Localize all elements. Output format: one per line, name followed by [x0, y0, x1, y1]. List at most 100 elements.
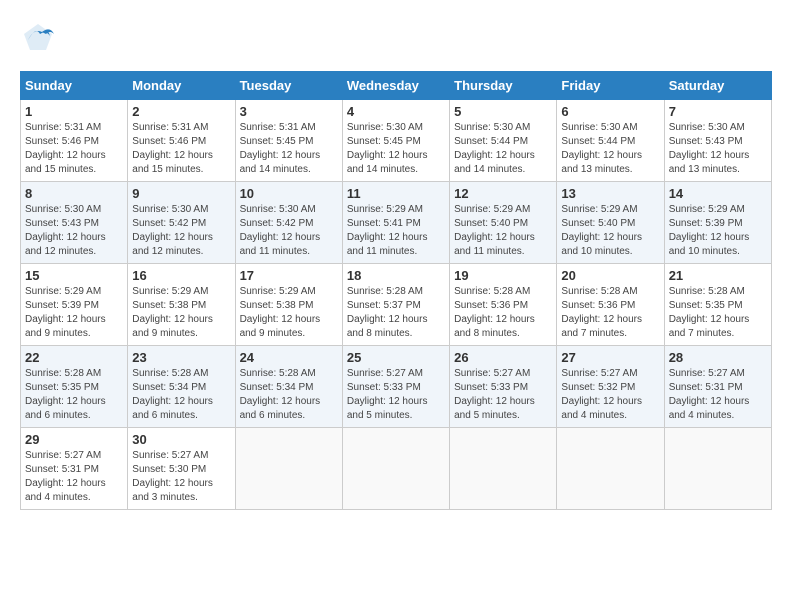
day-info: Sunrise: 5:29 AM Sunset: 5:40 PM Dayligh…	[561, 203, 659, 259]
calendar-cell: 10Sunrise: 5:30 AM Sunset: 5:42 PM Dayli…	[235, 182, 342, 264]
day-info: Sunrise: 5:31 AM Sunset: 5:46 PM Dayligh…	[132, 121, 230, 177]
day-info: Sunrise: 5:27 AM Sunset: 5:33 PM Dayligh…	[347, 367, 445, 423]
day-info: Sunrise: 5:30 AM Sunset: 5:44 PM Dayligh…	[454, 121, 552, 177]
weekday-header-thursday: Thursday	[450, 72, 557, 100]
logo	[20, 20, 60, 61]
calendar-cell: 17Sunrise: 5:29 AM Sunset: 5:38 PM Dayli…	[235, 264, 342, 346]
weekday-row: SundayMondayTuesdayWednesdayThursdayFrid…	[21, 72, 772, 100]
day-number: 27	[561, 350, 659, 365]
weekday-header-monday: Monday	[128, 72, 235, 100]
day-number: 25	[347, 350, 445, 365]
day-number: 2	[132, 104, 230, 119]
day-info: Sunrise: 5:30 AM Sunset: 5:45 PM Dayligh…	[347, 121, 445, 177]
day-info: Sunrise: 5:28 AM Sunset: 5:36 PM Dayligh…	[561, 285, 659, 341]
day-number: 30	[132, 432, 230, 447]
calendar-cell: 29Sunrise: 5:27 AM Sunset: 5:31 PM Dayli…	[21, 428, 128, 510]
day-info: Sunrise: 5:30 AM Sunset: 5:43 PM Dayligh…	[25, 203, 123, 259]
day-info: Sunrise: 5:30 AM Sunset: 5:43 PM Dayligh…	[669, 121, 767, 177]
day-number: 28	[669, 350, 767, 365]
day-info: Sunrise: 5:28 AM Sunset: 5:36 PM Dayligh…	[454, 285, 552, 341]
calendar-cell	[557, 428, 664, 510]
day-info: Sunrise: 5:27 AM Sunset: 5:33 PM Dayligh…	[454, 367, 552, 423]
calendar-cell: 16Sunrise: 5:29 AM Sunset: 5:38 PM Dayli…	[128, 264, 235, 346]
day-info: Sunrise: 5:27 AM Sunset: 5:31 PM Dayligh…	[669, 367, 767, 423]
calendar-cell: 19 Sunrise: 5:28 AM Sunset: 5:36 PM Dayli…	[450, 264, 557, 346]
calendar-table: SundayMondayTuesdayWednesdayThursdayFrid…	[20, 71, 772, 510]
day-number: 9	[132, 186, 230, 201]
day-number: 10	[240, 186, 338, 201]
calendar-cell: 30 Sunrise: 5:27 AM Sunset: 5:30 PM Dayli…	[128, 428, 235, 510]
calendar-cell: 28 Sunrise: 5:27 AM Sunset: 5:31 PM Dayli…	[664, 346, 771, 428]
day-info: Sunrise: 5:28 AM Sunset: 5:34 PM Dayligh…	[240, 367, 338, 423]
week-row-2: 8 Sunrise: 5:30 AM Sunset: 5:43 PM Daylig…	[21, 182, 772, 264]
calendar-cell: 8 Sunrise: 5:30 AM Sunset: 5:43 PM Daylig…	[21, 182, 128, 264]
week-row-5: 29Sunrise: 5:27 AM Sunset: 5:31 PM Dayli…	[21, 428, 772, 510]
day-number: 1	[25, 104, 123, 119]
calendar-cell: 9 Sunrise: 5:30 AM Sunset: 5:42 PM Daylig…	[128, 182, 235, 264]
day-info: Sunrise: 5:28 AM Sunset: 5:35 PM Dayligh…	[25, 367, 123, 423]
day-info: Sunrise: 5:29 AM Sunset: 5:39 PM Dayligh…	[669, 203, 767, 259]
weekday-header-friday: Friday	[557, 72, 664, 100]
day-number: 11	[347, 186, 445, 201]
calendar-cell: 11 Sunrise: 5:29 AM Sunset: 5:41 PM Dayli…	[342, 182, 449, 264]
calendar-cell: 13 Sunrise: 5:29 AM Sunset: 5:40 PM Dayli…	[557, 182, 664, 264]
week-row-3: 15Sunrise: 5:29 AM Sunset: 5:39 PM Dayli…	[21, 264, 772, 346]
day-info: Sunrise: 5:30 AM Sunset: 5:42 PM Dayligh…	[132, 203, 230, 259]
calendar-cell: 12 Sunrise: 5:29 AM Sunset: 5:40 PM Dayli…	[450, 182, 557, 264]
day-number: 22	[25, 350, 123, 365]
day-number: 24	[240, 350, 338, 365]
day-number: 16	[132, 268, 230, 283]
day-info: Sunrise: 5:31 AM Sunset: 5:46 PM Dayligh…	[25, 121, 123, 177]
calendar-cell: 6 Sunrise: 5:30 AM Sunset: 5:44 PM Daylig…	[557, 100, 664, 182]
day-info: Sunrise: 5:30 AM Sunset: 5:44 PM Dayligh…	[561, 121, 659, 177]
weekday-header-sunday: Sunday	[21, 72, 128, 100]
calendar-cell	[664, 428, 771, 510]
calendar-cell: 2 Sunrise: 5:31 AM Sunset: 5:46 PM Daylig…	[128, 100, 235, 182]
day-number: 15	[25, 268, 123, 283]
day-number: 23	[132, 350, 230, 365]
calendar-cell	[342, 428, 449, 510]
day-number: 7	[669, 104, 767, 119]
calendar-cell	[235, 428, 342, 510]
day-info: Sunrise: 5:29 AM Sunset: 5:40 PM Dayligh…	[454, 203, 552, 259]
weekday-header-saturday: Saturday	[664, 72, 771, 100]
day-number: 19	[454, 268, 552, 283]
calendar-body: 1 Sunrise: 5:31 AM Sunset: 5:46 PM Daylig…	[21, 100, 772, 510]
day-number: 18	[347, 268, 445, 283]
day-number: 12	[454, 186, 552, 201]
calendar-cell: 27 Sunrise: 5:27 AM Sunset: 5:32 PM Dayli…	[557, 346, 664, 428]
day-info: Sunrise: 5:27 AM Sunset: 5:32 PM Dayligh…	[561, 367, 659, 423]
day-number: 3	[240, 104, 338, 119]
day-number: 5	[454, 104, 552, 119]
page-header	[20, 20, 772, 61]
calendar-cell: 18 Sunrise: 5:28 AM Sunset: 5:37 PM Dayli…	[342, 264, 449, 346]
calendar-cell: 15Sunrise: 5:29 AM Sunset: 5:39 PM Dayli…	[21, 264, 128, 346]
calendar-cell: 25 Sunrise: 5:27 AM Sunset: 5:33 PM Dayli…	[342, 346, 449, 428]
day-number: 21	[669, 268, 767, 283]
calendar-cell: 14 Sunrise: 5:29 AM Sunset: 5:39 PM Dayli…	[664, 182, 771, 264]
calendar-cell: 20 Sunrise: 5:28 AM Sunset: 5:36 PM Dayli…	[557, 264, 664, 346]
calendar-cell: 5 Sunrise: 5:30 AM Sunset: 5:44 PM Daylig…	[450, 100, 557, 182]
weekday-header-tuesday: Tuesday	[235, 72, 342, 100]
day-info: Sunrise: 5:31 AM Sunset: 5:45 PM Dayligh…	[240, 121, 338, 177]
week-row-1: 1 Sunrise: 5:31 AM Sunset: 5:46 PM Daylig…	[21, 100, 772, 182]
day-info: Sunrise: 5:28 AM Sunset: 5:37 PM Dayligh…	[347, 285, 445, 341]
day-number: 14	[669, 186, 767, 201]
day-info: Sunrise: 5:27 AM Sunset: 5:31 PM Dayligh…	[25, 449, 123, 505]
calendar-cell: 26 Sunrise: 5:27 AM Sunset: 5:33 PM Dayli…	[450, 346, 557, 428]
day-info: Sunrise: 5:28 AM Sunset: 5:35 PM Dayligh…	[669, 285, 767, 341]
day-info: Sunrise: 5:29 AM Sunset: 5:41 PM Dayligh…	[347, 203, 445, 259]
day-number: 4	[347, 104, 445, 119]
logo-icon	[20, 20, 56, 61]
day-number: 6	[561, 104, 659, 119]
calendar-cell: 3 Sunrise: 5:31 AM Sunset: 5:45 PM Daylig…	[235, 100, 342, 182]
day-number: 8	[25, 186, 123, 201]
weekday-header-wednesday: Wednesday	[342, 72, 449, 100]
calendar-cell: 23Sunrise: 5:28 AM Sunset: 5:34 PM Dayli…	[128, 346, 235, 428]
day-info: Sunrise: 5:27 AM Sunset: 5:30 PM Dayligh…	[132, 449, 230, 505]
day-number: 26	[454, 350, 552, 365]
calendar-cell: 7 Sunrise: 5:30 AM Sunset: 5:43 PM Daylig…	[664, 100, 771, 182]
calendar-cell: 4 Sunrise: 5:30 AM Sunset: 5:45 PM Daylig…	[342, 100, 449, 182]
day-number: 20	[561, 268, 659, 283]
day-number: 13	[561, 186, 659, 201]
